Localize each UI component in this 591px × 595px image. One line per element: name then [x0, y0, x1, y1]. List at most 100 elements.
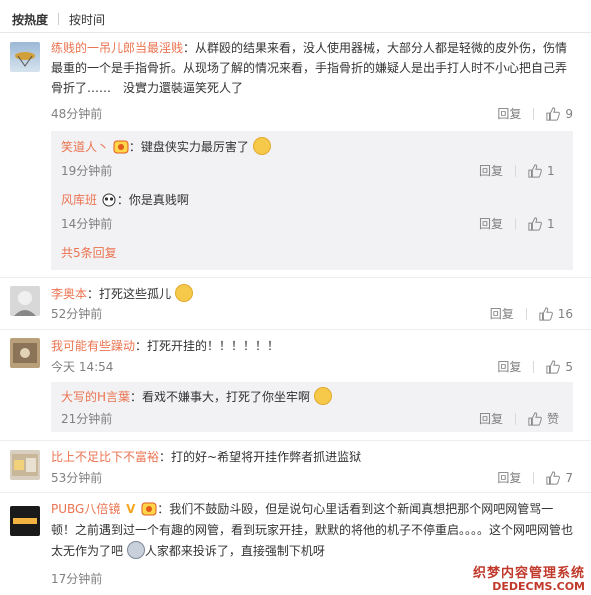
divider [0, 492, 591, 493]
like-button[interactable]: 1 [528, 164, 555, 178]
actions: 回复 赞 [479, 410, 559, 427]
divider [515, 217, 517, 230]
reply-button[interactable]: 回复 [479, 215, 503, 232]
actions: 回复 7 [497, 469, 573, 486]
reply-button[interactable]: 回复 [479, 410, 503, 427]
reply-list: 大写的H言葉：看戏不嫌事大，打死了你坐牢啊 21分钟前 回复 赞 [51, 382, 573, 432]
reply-text: ：键盘侠实力最厉害了 [128, 140, 249, 154]
comment-body: 练贱的一吊儿郎当最淫贱：从群殴的结果来看，没人使用器械，大部分人都是轻微的皮外伤… [51, 38, 573, 98]
watermark-title: 织梦内容管理系统 [472, 565, 585, 581]
timestamp: 53分钟前 [51, 471, 103, 485]
reply-button[interactable]: 回复 [497, 358, 521, 375]
timestamp: 14分钟前 [61, 217, 113, 231]
emoji-icon [174, 283, 193, 302]
actions: 回复 5 [497, 358, 573, 375]
reply-item: 笑道人丶 ：键盘侠实力最厉害了 19分钟前 回复 1 [61, 136, 565, 180]
comment-meta: 53分钟前 回复 7 [51, 469, 573, 487]
username[interactable]: 笑道人丶 [61, 140, 109, 154]
tab-by-time[interactable]: 按时间 [67, 11, 107, 28]
actions: 回复 1 [479, 162, 555, 179]
avatar[interactable] [10, 286, 40, 316]
like-button[interactable]: 7 [546, 471, 573, 485]
thumbs-up-icon [546, 359, 561, 374]
username[interactable]: PUBG八倍镜 [51, 502, 120, 516]
username[interactable]: 我可能有些躁动 [51, 339, 135, 353]
like-count: 7 [565, 470, 573, 485]
member-badge-icon [113, 140, 129, 153]
thumbs-up-icon [528, 163, 542, 178]
tab-by-hot[interactable]: 按热度 [10, 11, 50, 28]
actions: 回复 9 [497, 105, 573, 122]
timestamp: 48分钟前 [51, 107, 103, 121]
username[interactable]: 李奥本 [51, 287, 87, 301]
like-label: 赞 [547, 412, 560, 426]
avatar[interactable] [10, 506, 40, 536]
divider [533, 360, 535, 373]
comment-text: ：打死这些孤儿 [87, 287, 172, 301]
comment-body: 我可能有些躁动：打死开挂的！！！！！！ [51, 336, 573, 356]
like-button[interactable]: 1 [528, 217, 555, 231]
comment-meta: 48分钟前 回复 9 [51, 105, 573, 123]
timestamp: 17分钟前 [51, 572, 103, 586]
timestamp: 21分钟前 [61, 412, 113, 426]
reply-list: 笑道人丶 ：键盘侠实力最厉害了 19分钟前 回复 1 风库班 ：你是真贱啊 14… [51, 131, 573, 270]
avatar[interactable] [10, 338, 40, 368]
timestamp: 19分钟前 [61, 164, 113, 178]
reply-text: ：你是真贱啊 [116, 193, 189, 207]
thumbs-up-icon [546, 470, 561, 485]
comment-body: PUBG八倍镜 V ：我们不鼓励斗殴，但是说句心里话看到这个新闻真想把那个网吧网… [51, 499, 573, 562]
reply-text: ：看戏不嫌事大，打死了你坐牢啊 [130, 390, 311, 404]
like-count: 1 [547, 216, 555, 231]
reply-button[interactable]: 回复 [497, 105, 521, 122]
like-button[interactable]: 5 [546, 360, 573, 374]
divider [533, 107, 535, 120]
divider [0, 277, 591, 278]
reply-item: 大写的H言葉：看戏不嫌事大，打死了你坐牢啊 21分钟前 回复 赞 [61, 386, 565, 428]
divider [0, 329, 591, 330]
divider [515, 412, 517, 425]
like-count: 16 [557, 306, 573, 321]
avatar-image [14, 291, 36, 316]
like-button[interactable]: 16 [539, 307, 573, 321]
username[interactable]: 风库班 [61, 193, 97, 207]
comment-meta: 今天 14:54 回复 5 [51, 358, 573, 376]
like-button[interactable]: 9 [546, 107, 573, 121]
username[interactable]: 练贱的一吊儿郎当最淫贱 [51, 41, 183, 55]
watermark: 织梦内容管理系统 DEDECMS.COM [472, 565, 585, 593]
reply-button[interactable]: 回复 [497, 469, 521, 486]
emoji-icon [313, 386, 332, 405]
thumbs-up-icon [528, 216, 542, 231]
reply-meta: 21分钟前 回复 赞 [61, 410, 565, 428]
username[interactable]: 比上不足比下不富裕 [51, 450, 159, 464]
reply-button[interactable]: 回复 [479, 162, 503, 179]
divider [533, 471, 535, 484]
timestamp: 今天 14:54 [51, 360, 114, 374]
reply-button[interactable]: 回复 [490, 305, 514, 322]
divider [0, 32, 591, 33]
username[interactable]: 大写的H言葉 [61, 390, 130, 404]
watermark-url: DEDECMS.COM [492, 579, 585, 593]
like-button[interactable]: 赞 [528, 410, 559, 427]
divider [515, 164, 517, 177]
like-count: 1 [547, 163, 555, 178]
reply-body: 风库班 ：你是真贱啊 [61, 190, 565, 210]
comment-text: ：打死开挂的！！！！！！ [135, 339, 280, 353]
more-replies-link[interactable]: 共5条回复 [61, 246, 117, 260]
avatar-image [15, 52, 35, 67]
comment-body: 李奥本：打死这些孤儿 [51, 283, 573, 304]
comment-meta: 52分钟前 回复 16 [51, 305, 573, 323]
avatar-image [13, 518, 37, 524]
verified-icon: V [126, 502, 136, 516]
avatar[interactable] [10, 450, 40, 480]
like-count: 9 [565, 106, 573, 121]
comment-text-tail: 人家都来投诉了，直接强制下机呀 [144, 544, 325, 558]
thumbs-up-icon [528, 411, 542, 426]
avatar[interactable] [10, 42, 40, 72]
sort-tabs: 按热度 按时间 [10, 9, 107, 29]
avatar-image [12, 454, 38, 476]
member-badge-icon [141, 502, 157, 515]
like-count: 5 [565, 359, 573, 374]
thumbs-up-icon [546, 106, 561, 121]
emoji-icon [126, 540, 145, 559]
reply-item: 风库班 ：你是真贱啊 14分钟前 回复 1 [61, 190, 565, 233]
